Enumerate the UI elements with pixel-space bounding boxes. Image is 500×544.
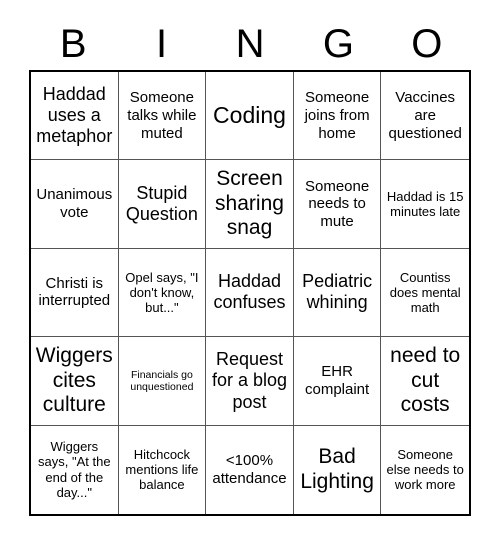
bingo-cell[interactable]: Bad Lighting xyxy=(293,425,382,514)
bingo-cell-text: Vaccines are questioned xyxy=(388,89,462,142)
bingo-cell-text: Request for a blog post xyxy=(211,349,288,412)
bingo-cell[interactable]: Someone else needs to work more xyxy=(381,425,469,514)
bingo-cell-text: Someone needs to mute xyxy=(304,177,370,230)
bingo-cell[interactable]: need to cut costs xyxy=(381,337,469,426)
bingo-header-letter-o: O xyxy=(411,22,443,66)
bingo-cell[interactable]: Coding xyxy=(206,72,294,161)
bingo-cell[interactable]: Unanimous vote xyxy=(31,160,119,249)
bingo-cell[interactable]: Someone joins from home xyxy=(293,72,382,161)
bingo-grid: Haddad uses a metaphor Someone talks whi… xyxy=(29,70,471,516)
bingo-cell[interactable]: Christi is interrupted xyxy=(31,248,119,338)
bingo-cell-text: Countiss does mental math xyxy=(389,269,461,316)
bingo-cell-text: Haddad confuses xyxy=(213,271,286,313)
bingo-card: B I N G O Haddad uses a metaphor Someone… xyxy=(0,0,500,544)
bingo-cell[interactable]: Hitchcock mentions life balance xyxy=(118,425,207,514)
bingo-cell-text: <100% attendance xyxy=(212,452,287,487)
bingo-cell-text: Haddad uses a metaphor xyxy=(36,83,113,147)
bingo-cell-text: Bad Lighting xyxy=(300,445,374,493)
bingo-cell-text: Opel says, "I don't know, but..." xyxy=(125,269,199,316)
bingo-cell[interactable]: Someone needs to mute xyxy=(293,160,382,249)
bingo-cell[interactable]: Opel says, "I don't know, but..." xyxy=(118,248,207,338)
bingo-cell[interactable]: EHR complaint xyxy=(293,337,382,426)
bingo-cell[interactable]: Haddad is 15 minutes late xyxy=(381,160,469,249)
bingo-cell-text: Someone else needs to work more xyxy=(386,446,464,493)
bingo-cell[interactable]: Someone talks while muted xyxy=(118,72,207,161)
bingo-cell[interactable]: Wiggers says, "At the end of the day..." xyxy=(31,425,119,514)
bingo-cell-text: Haddad is 15 minutes late xyxy=(386,188,464,220)
bingo-cell-text: Christi is interrupted xyxy=(38,274,111,310)
bingo-header-letter-g: G xyxy=(322,22,354,66)
bingo-cell[interactable]: Haddad confuses xyxy=(206,248,294,338)
bingo-header-letter-b: B xyxy=(59,22,87,66)
bingo-cell[interactable]: Financials go unquestioned xyxy=(118,337,207,426)
bingo-cell-text: Coding xyxy=(213,102,286,129)
bingo-cell[interactable]: Screen sharing snag xyxy=(206,160,294,249)
bingo-header-row: B I N G O xyxy=(29,18,471,70)
bingo-cell[interactable]: Stupid Question xyxy=(118,160,207,249)
bingo-header-letter-i: I xyxy=(156,22,168,66)
bingo-cell-text: Someone joins from home xyxy=(304,89,370,142)
bingo-cell-text: Screen sharing snag xyxy=(215,166,284,240)
bingo-header-letter-n: N xyxy=(235,22,265,66)
bingo-cell[interactable]: <100% attendance xyxy=(206,425,294,514)
bingo-cell[interactable]: Pediatric whining xyxy=(293,248,382,338)
bingo-cell-text: EHR complaint xyxy=(304,363,370,398)
bingo-cell-text: Wiggers says, "At the end of the day..." xyxy=(38,439,111,501)
bingo-cell[interactable]: Countiss does mental math xyxy=(381,248,469,338)
bingo-cell-text: Financials go unquestioned xyxy=(130,368,194,393)
bingo-cell-text: need to cut costs xyxy=(390,343,461,417)
bingo-cell-text: Wiggers cites culture xyxy=(35,343,113,417)
bingo-cell[interactable]: Request for a blog post xyxy=(206,337,294,426)
bingo-cell-text: Someone talks while muted xyxy=(127,89,197,142)
bingo-cell[interactable]: Wiggers cites culture xyxy=(31,337,119,426)
bingo-cell-text: Unanimous vote xyxy=(36,186,113,222)
bingo-cell-text: Stupid Question xyxy=(125,182,198,225)
bingo-cell-text: Hitchcock mentions life balance xyxy=(125,446,199,493)
bingo-cell[interactable]: Vaccines are questioned xyxy=(381,72,469,161)
bingo-cell[interactable]: Haddad uses a metaphor xyxy=(31,72,119,161)
bingo-cell-text: Pediatric whining xyxy=(302,271,373,313)
